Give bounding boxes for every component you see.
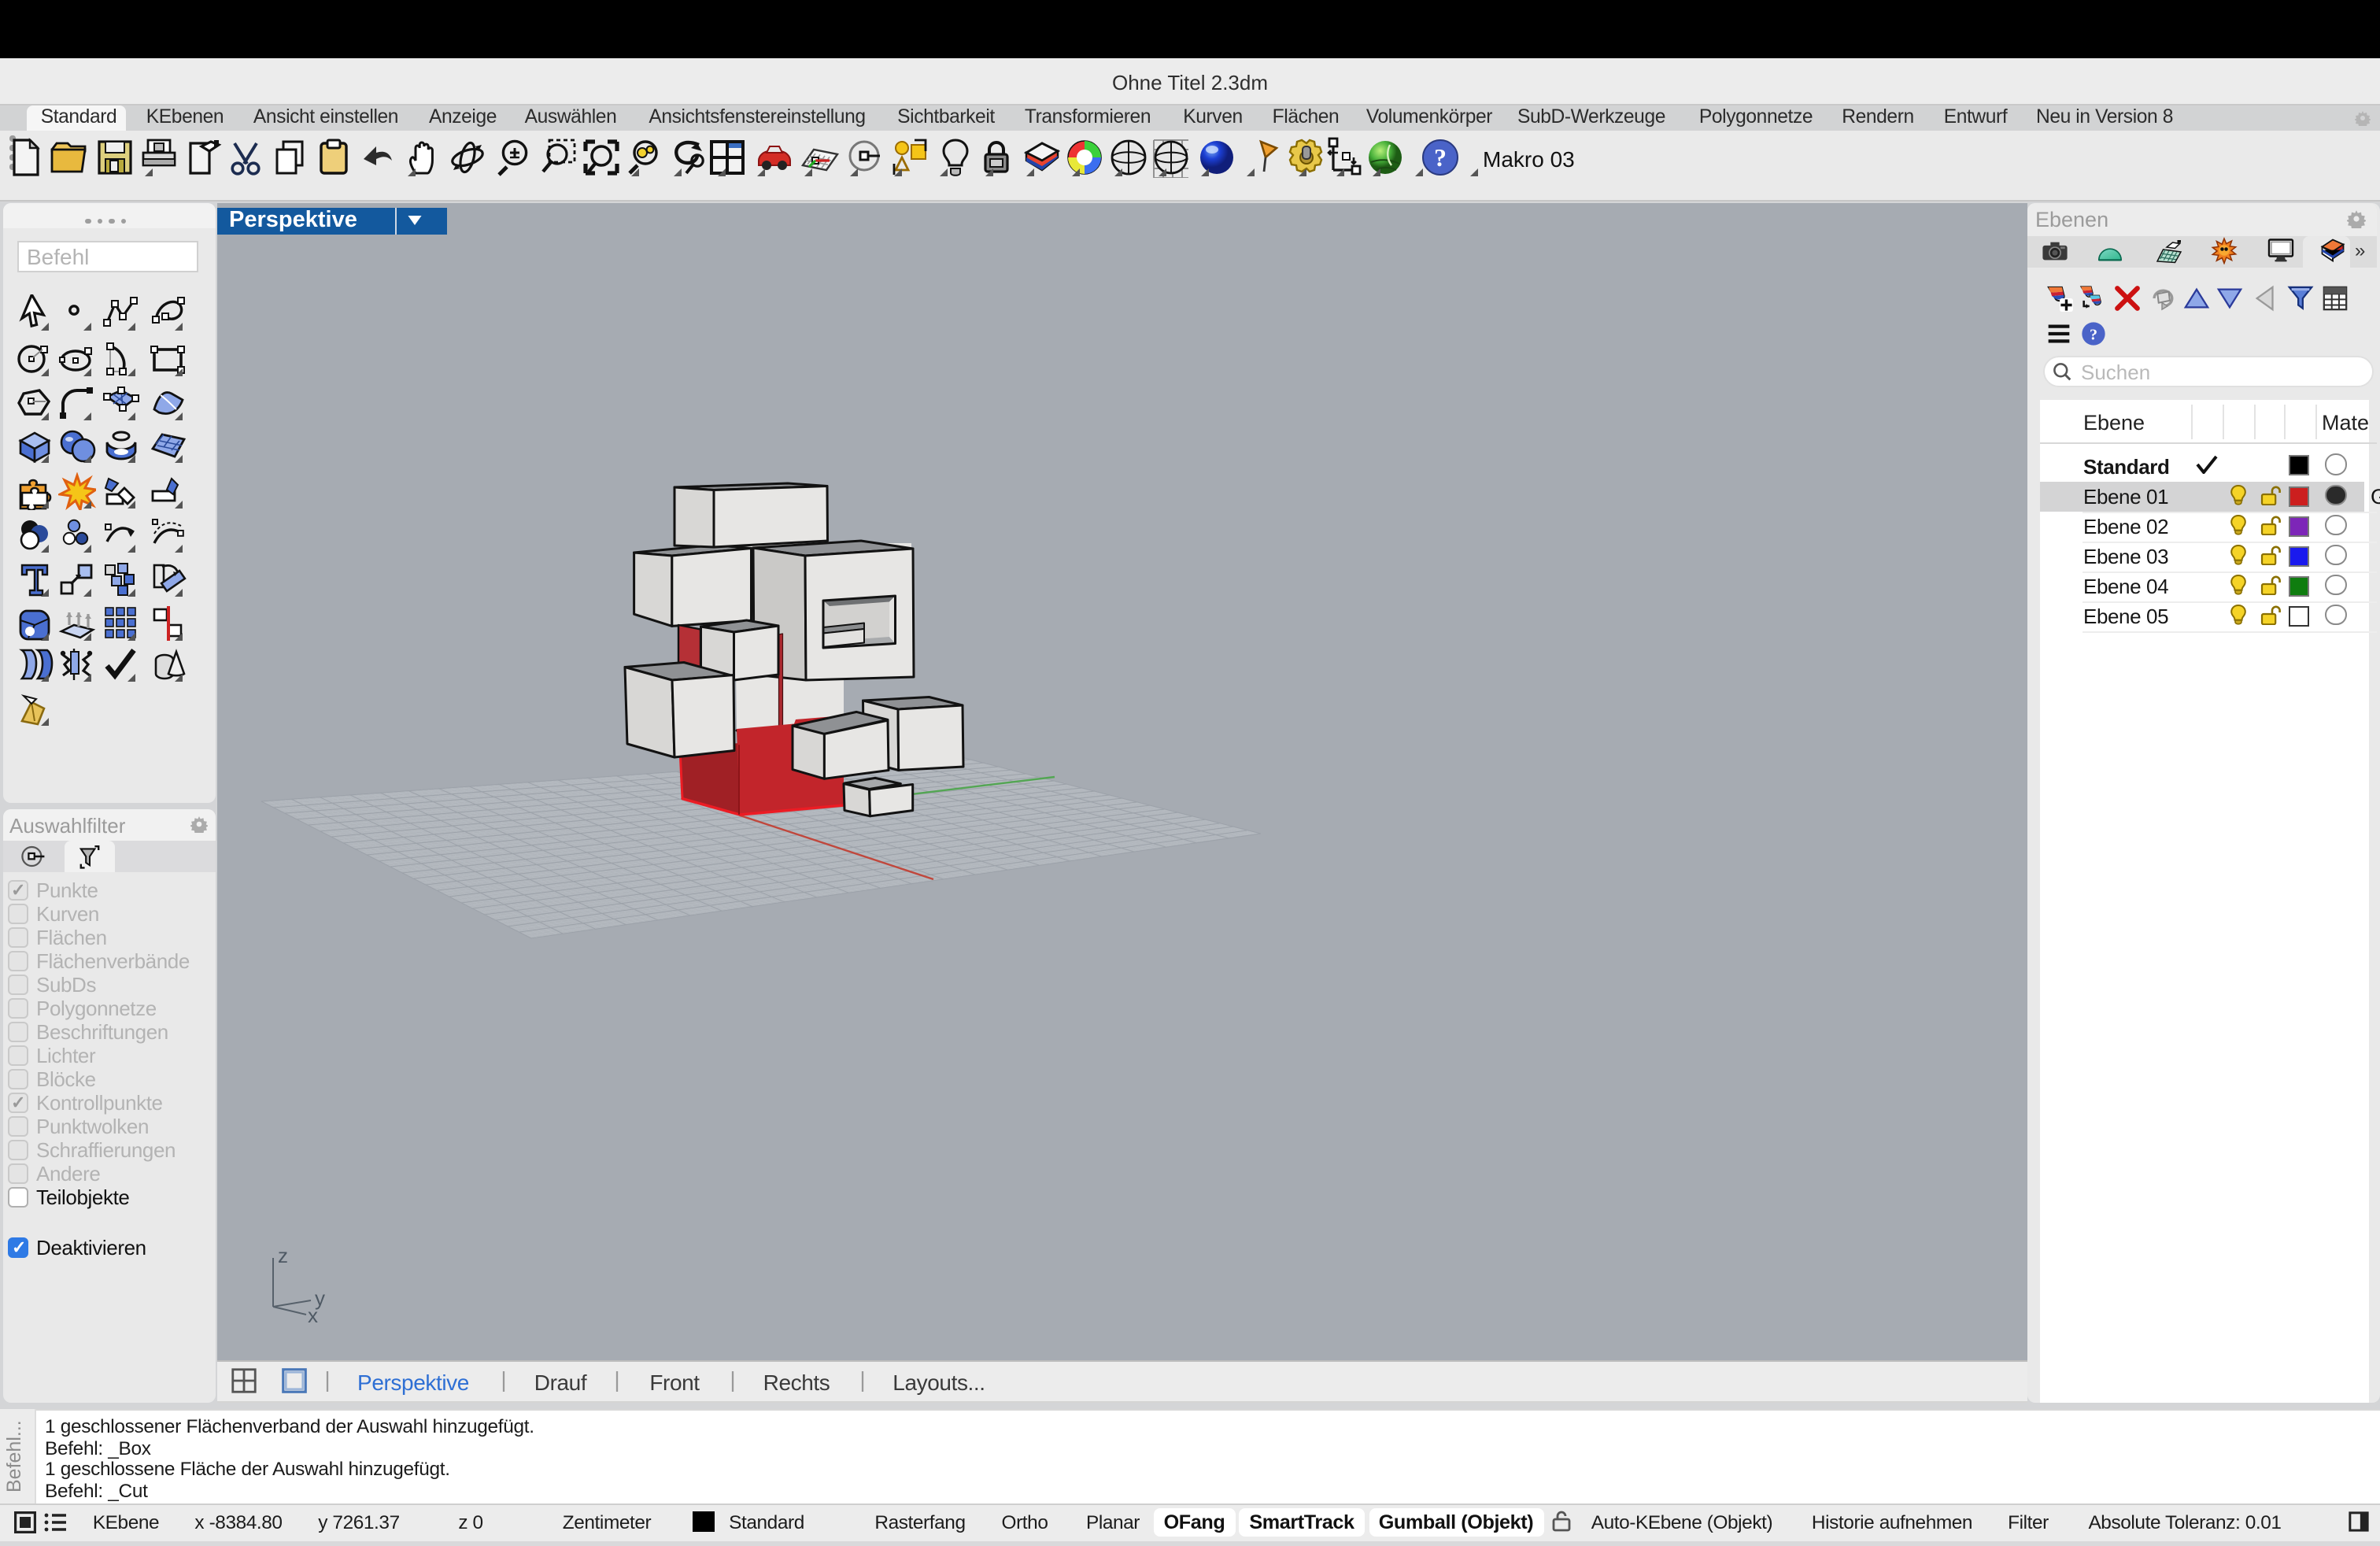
svg-text:z: z bbox=[277, 1244, 287, 1267]
svg-text:?: ? bbox=[1433, 143, 1446, 172]
svg-text:y: y bbox=[314, 1286, 324, 1310]
svg-text:?: ? bbox=[2090, 326, 2097, 343]
